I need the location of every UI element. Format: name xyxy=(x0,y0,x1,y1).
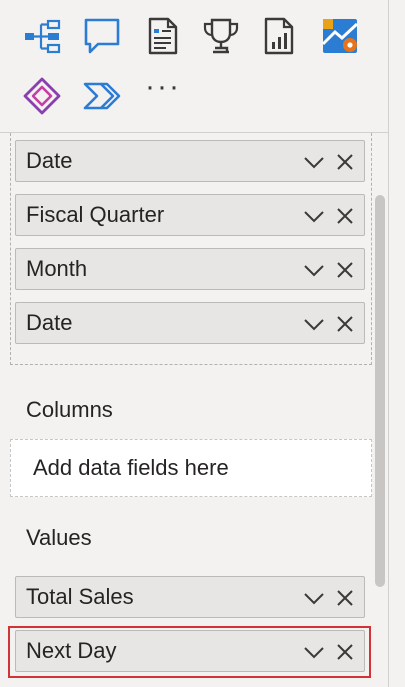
remove-field-icon[interactable] xyxy=(333,204,357,228)
row-field-date-2[interactable]: Date xyxy=(15,302,365,344)
azure-map-icon[interactable] xyxy=(318,14,362,58)
scrollbar-thumb[interactable] xyxy=(375,195,385,587)
field-label: Month xyxy=(26,256,88,281)
smart-narrative-icon[interactable] xyxy=(140,14,184,58)
value-field-total-sales[interactable]: Total Sales xyxy=(15,576,365,618)
paginated-report-icon[interactable] xyxy=(257,14,301,58)
row-field-month[interactable]: Month xyxy=(15,248,365,290)
qa-chat-icon xyxy=(84,18,120,54)
field-label: Date xyxy=(26,310,73,335)
values-section-title: Values xyxy=(26,525,92,550)
visualization-gallery: ··· xyxy=(0,0,388,132)
power-apps-icon xyxy=(23,77,61,115)
value-field-next-day[interactable]: Next Day xyxy=(15,630,365,672)
chevron-down-icon[interactable] xyxy=(302,204,326,228)
row-field-fiscal-quarter[interactable]: Fiscal Quarter xyxy=(15,194,365,236)
azure-map-icon xyxy=(321,19,359,53)
field-label: Total Sales xyxy=(26,584,134,609)
chevron-down-icon[interactable] xyxy=(302,640,326,664)
chevron-down-icon[interactable] xyxy=(302,586,326,610)
decomposition-tree-icon xyxy=(25,19,61,54)
chevron-down-icon[interactable] xyxy=(302,312,326,336)
drop-zone-placeholder: Add data fields here xyxy=(33,455,229,480)
remove-field-icon[interactable] xyxy=(333,586,357,610)
trophy-icon[interactable] xyxy=(199,14,243,58)
field-label: Next Day xyxy=(26,638,117,663)
field-wells: Date Fiscal Quarter Month Date Columns A… xyxy=(0,133,388,687)
adjacent-pane xyxy=(389,0,405,687)
power-apps-icon[interactable] xyxy=(20,74,64,118)
field-label: Fiscal Quarter xyxy=(26,202,165,227)
smart-narrative-icon xyxy=(148,17,178,55)
remove-field-icon[interactable] xyxy=(333,258,357,282)
columns-section-title: Columns xyxy=(26,397,113,422)
field-label: Date xyxy=(26,148,73,173)
power-automate-icon[interactable] xyxy=(80,74,124,118)
chevron-down-icon[interactable] xyxy=(302,258,326,282)
paginated-report-icon xyxy=(264,17,294,55)
power-automate-icon xyxy=(83,82,121,110)
columns-drop-zone[interactable]: Add data fields here xyxy=(10,439,372,497)
more-visuals-button[interactable]: ··· xyxy=(145,72,185,106)
remove-field-icon[interactable] xyxy=(333,150,357,174)
row-field-date[interactable]: Date xyxy=(15,140,365,182)
remove-field-icon[interactable] xyxy=(333,312,357,336)
qa-chat-icon[interactable] xyxy=(80,14,124,58)
chevron-down-icon[interactable] xyxy=(302,150,326,174)
trophy-icon xyxy=(203,18,239,54)
remove-field-icon[interactable] xyxy=(333,640,357,664)
decomposition-tree-icon[interactable] xyxy=(20,14,64,58)
